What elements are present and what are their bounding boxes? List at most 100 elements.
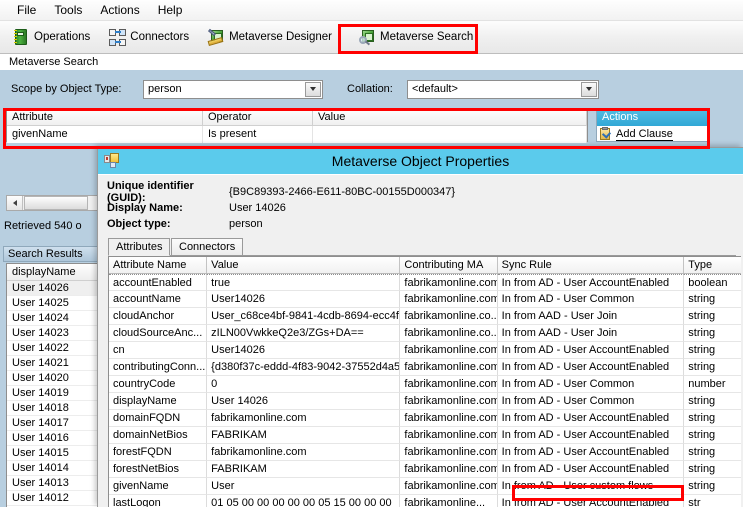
cell-contributing-ma[interactable]: fabrikamonline.com	[400, 461, 498, 478]
cell-contributing-ma[interactable]: fabrikamonline.com	[400, 478, 498, 495]
cell-attribute-name[interactable]: domainFQDN	[109, 410, 208, 427]
cell-attribute-name[interactable]: cloudSourceAnc...	[109, 325, 208, 342]
table-row[interactable]: domainNetBios FABRIKAM fabrikamonline.com I…	[109, 427, 741, 444]
collation-combo[interactable]: <default>	[407, 79, 599, 99]
cell-sync-rule[interactable]: In from AD - User AccountEnabled	[497, 359, 685, 376]
list-item[interactable]: User 14015	[7, 446, 103, 461]
cell-value[interactable]: User14026	[207, 291, 401, 308]
clause-cell-value[interactable]	[313, 126, 587, 143]
clause-col-value[interactable]: Value	[313, 109, 587, 125]
cell-attribute-name[interactable]: countryCode	[109, 376, 208, 393]
table-row[interactable]: contributingConn... {d380f37c-eddd-4f83-9…	[109, 359, 741, 376]
list-item[interactable]: User 14023	[7, 326, 103, 341]
cell-sync-rule[interactable]: In from AD - User Common	[497, 376, 685, 393]
cell-value[interactable]: true	[207, 274, 401, 291]
cell-attribute-name[interactable]: contributingConn...	[109, 359, 208, 376]
toolbar-button-metaverse-search[interactable]: Metaverse Search	[354, 24, 481, 50]
list-item[interactable]: User 14020	[7, 371, 103, 386]
cell-type[interactable]: string	[684, 427, 741, 444]
cell-attribute-name[interactable]: displayName	[109, 393, 208, 410]
cell-type[interactable]: string	[684, 393, 741, 410]
table-row[interactable]: lastLogon 01 05 00 00 00 00 00 05 15 00 0…	[109, 495, 741, 507]
menu-help[interactable]: Help	[149, 1, 192, 20]
list-item[interactable]: User 14013	[7, 476, 103, 491]
cell-sync-rule[interactable]: In from AAD - User Join	[497, 308, 685, 325]
action-add-clause[interactable]: Add Clause	[597, 126, 707, 142]
cell-contributing-ma[interactable]: fabrikamonline.com	[400, 342, 498, 359]
cell-sync-rule[interactable]: In from AD - User custom flows	[497, 478, 685, 495]
results-column-displayname[interactable]: displayName	[7, 264, 103, 281]
cell-sync-rule[interactable]: In from AD - User AccountEnabled	[497, 444, 685, 461]
cell-contributing-ma[interactable]: fabrikamonline.co...	[400, 308, 498, 325]
table-row[interactable]: cloudSourceAnc... zILN00VwkkeQ2e3/ZGs+DA=…	[109, 325, 741, 342]
cell-contributing-ma[interactable]: fabrikamonline.com	[400, 393, 498, 410]
menu-actions[interactable]: Actions	[91, 1, 148, 20]
cell-value[interactable]: 0	[207, 376, 401, 393]
table-row[interactable]: cn User14026 fabrikamonline.com In from AD …	[109, 342, 741, 359]
search-results-grid[interactable]: displayName User 14026 User 14025 User 1…	[6, 263, 104, 507]
cell-sync-rule[interactable]: In from AD - User AccountEnabled	[498, 495, 685, 507]
cell-attribute-name[interactable]: givenName	[109, 478, 208, 495]
table-row[interactable]: forestNetBios FABRIKAM fabrikamonline.com I…	[109, 461, 741, 478]
list-item[interactable]: User 14012	[7, 491, 103, 506]
cell-sync-rule[interactable]: In from AD - User Common	[497, 393, 685, 410]
chevron-down-icon[interactable]	[305, 81, 321, 97]
cell-attribute-name[interactable]: forestNetBios	[109, 461, 208, 478]
cell-sync-rule[interactable]: In from AD - User AccountEnabled	[497, 427, 685, 444]
cell-sync-rule[interactable]: In from AD - User AccountEnabled	[497, 461, 685, 478]
cell-type[interactable]: str	[684, 495, 741, 507]
cell-value[interactable]: fabrikamonline.com	[207, 410, 401, 427]
cell-contributing-ma[interactable]: fabrikamonline...	[400, 495, 498, 507]
cell-value[interactable]: 01 05 00 00 00 00 00 05 15 00 00 00	[207, 495, 401, 507]
cell-type[interactable]: string	[684, 325, 741, 342]
chevron-down-icon[interactable]	[581, 81, 597, 97]
cell-type[interactable]: string	[684, 410, 741, 427]
tab-connectors[interactable]: Connectors	[171, 238, 244, 256]
table-row[interactable]: displayName User 14026 fabrikamonline.com I…	[109, 393, 741, 410]
cell-type[interactable]: string	[684, 461, 741, 478]
cell-contributing-ma[interactable]: fabrikamonline.com	[400, 274, 498, 291]
col-contributing-ma[interactable]: Contributing MA	[400, 257, 498, 273]
list-item[interactable]: User 14014	[7, 461, 103, 476]
cell-attribute-name[interactable]: cloudAnchor	[109, 308, 208, 325]
toolbar-button-metaverse-designer[interactable]: Metaverse Designer	[203, 24, 340, 50]
cell-attribute-name[interactable]: accountEnabled	[109, 274, 208, 291]
cell-sync-rule[interactable]: In from AD - User AccountEnabled	[497, 410, 685, 427]
clause-grid[interactable]: Attribute Operator Value givenName Is pr…	[6, 108, 588, 143]
cell-sync-rule[interactable]: In from AD - User Common	[497, 291, 685, 308]
table-row[interactable]: accountName User14026 fabrikamonline.com In…	[109, 291, 741, 308]
cell-sync-rule[interactable]: In from AD - User AccountEnabled	[497, 274, 685, 291]
cell-contributing-ma[interactable]: fabrikamonline.com	[400, 376, 498, 393]
cell-value[interactable]: User_c68ce4bf-9841-4cdb-8694-ecc4f...	[207, 308, 401, 325]
cell-sync-rule[interactable]: In from AAD - User Join	[497, 325, 685, 342]
cell-type[interactable]: boolean	[684, 274, 741, 291]
attributes-grid[interactable]: Attribute Name Value Contributing MA Syn…	[108, 256, 741, 507]
results-horizontal-scrollbar[interactable]	[6, 195, 104, 211]
clause-row[interactable]: givenName Is present	[7, 126, 587, 143]
cell-attribute-name[interactable]: cn	[109, 342, 208, 359]
clause-col-attribute[interactable]: Attribute	[7, 109, 203, 125]
col-sync-rule[interactable]: Sync Rule	[498, 257, 685, 273]
cell-type[interactable]: number	[684, 376, 741, 393]
clause-cell-operator[interactable]: Is present	[203, 126, 313, 143]
cell-attribute-name[interactable]: forestFQDN	[109, 444, 208, 461]
list-item[interactable]: User 14021	[7, 356, 103, 371]
cell-value[interactable]: User 14026	[207, 393, 401, 410]
col-attribute-name[interactable]: Attribute Name	[109, 257, 208, 273]
cell-value[interactable]: zILN00VwkkeQ2e3/ZGs+DA==	[207, 325, 401, 342]
cell-value[interactable]: FABRIKAM	[207, 461, 401, 478]
cell-value[interactable]: fabrikamonline.com	[207, 444, 401, 461]
table-row[interactable]: accountEnabled true fabrikamonline.com In f…	[109, 274, 741, 291]
cell-type[interactable]: string	[684, 308, 741, 325]
cell-contributing-ma[interactable]: fabrikamonline.com	[400, 410, 498, 427]
toolbar-button-operations[interactable]: Operations	[8, 24, 98, 50]
col-type[interactable]: Type	[684, 257, 741, 273]
dialog-title-bar[interactable]: Metaverse Object Properties	[98, 148, 743, 174]
cell-type[interactable]: string	[684, 291, 741, 308]
list-item[interactable]: User 14016	[7, 431, 103, 446]
cell-attribute-name[interactable]: domainNetBios	[109, 427, 208, 444]
cell-contributing-ma[interactable]: fabrikamonline.com	[400, 291, 498, 308]
cell-value[interactable]: {d380f37c-eddd-4f83-9042-37552d4a5...	[207, 359, 401, 376]
list-item[interactable]: User 14018	[7, 401, 103, 416]
cell-type[interactable]: string	[684, 444, 741, 461]
